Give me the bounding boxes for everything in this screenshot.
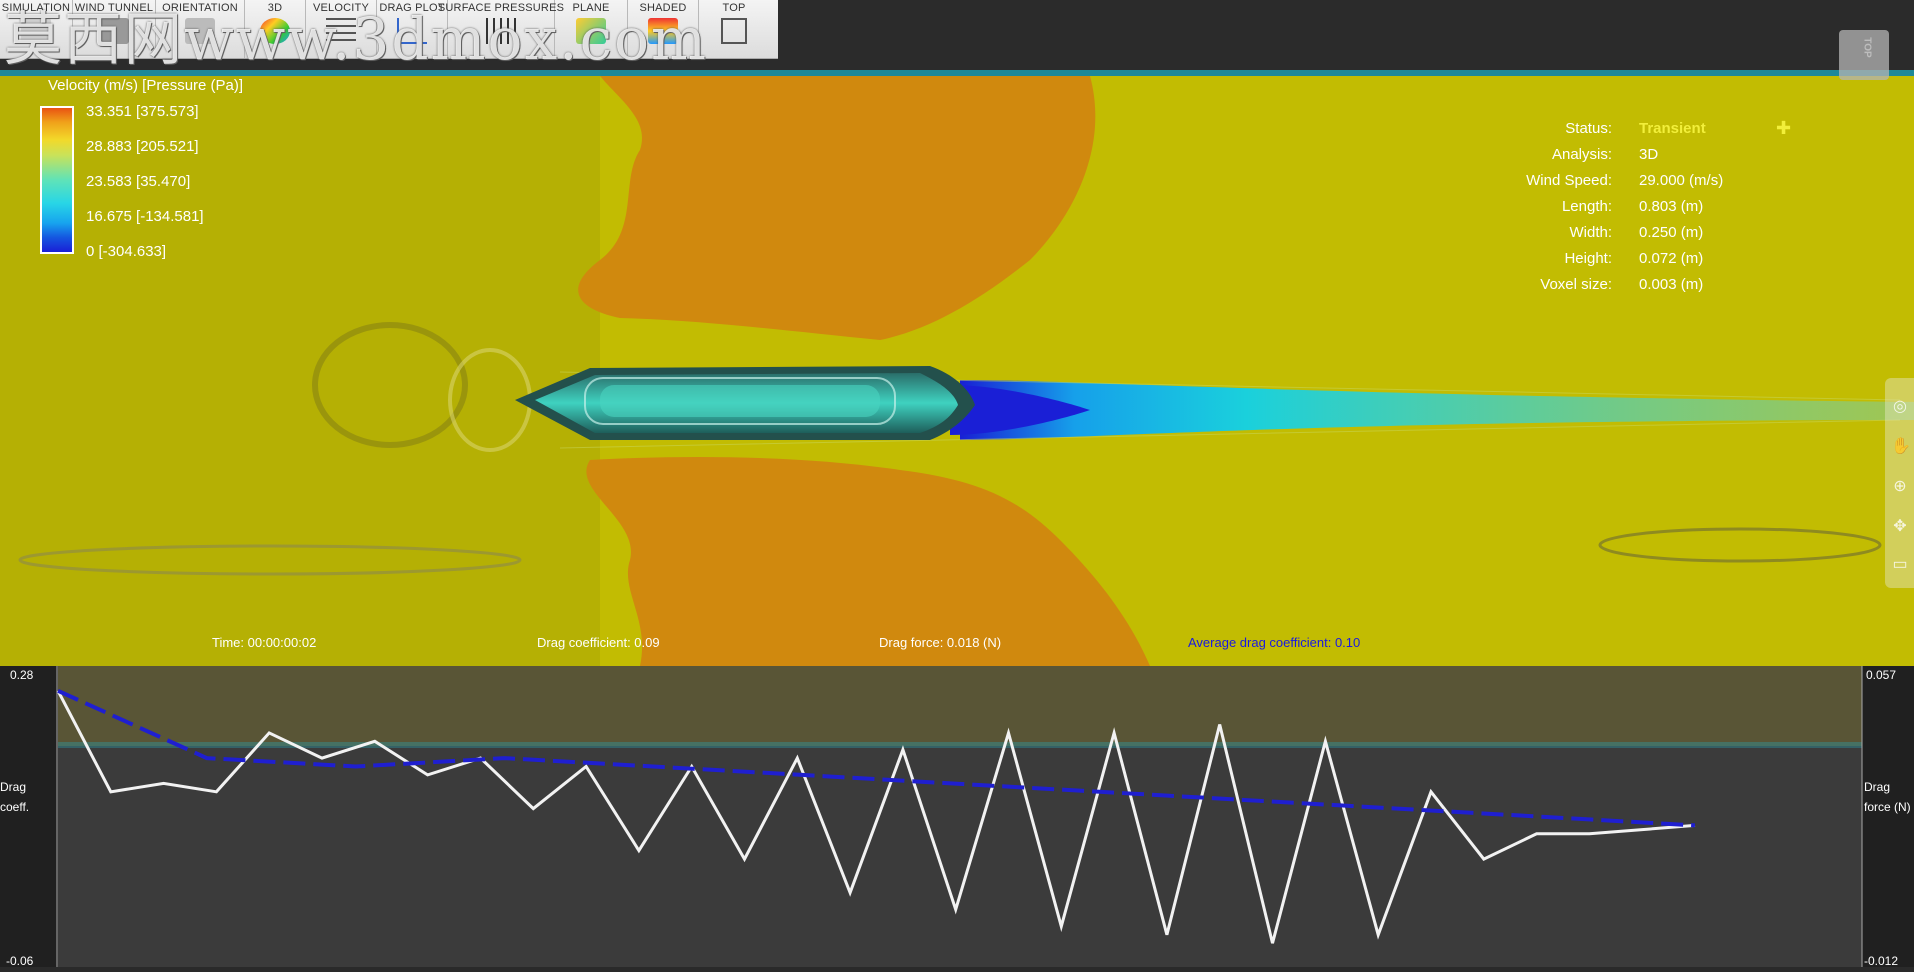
- height-key: Height:: [1564, 250, 1612, 267]
- right-axis-label-1: Drag: [1864, 780, 1891, 794]
- toolbar-label: SIMULATION: [1, 2, 71, 14]
- orbit-icon[interactable]: ◎: [1891, 398, 1909, 416]
- left-axis-max: 0.28: [10, 668, 34, 682]
- toolbar-label: SHADED: [639, 2, 687, 14]
- voxel-size-key: Voxel size:: [1540, 276, 1612, 293]
- width-value: 0.250 (m): [1639, 224, 1704, 241]
- time-readout: Time: 00:00:00:02: [212, 635, 317, 650]
- toolbar-shaded[interactable]: SHADED: [628, 0, 699, 58]
- wind-speed-key: Wind Speed:: [1526, 172, 1612, 189]
- window-icon[interactable]: ▭: [1891, 556, 1909, 574]
- legend-value: 0 [-304.633]: [86, 243, 167, 260]
- analysis-key: Analysis:: [1551, 146, 1612, 163]
- plane-icon: [576, 18, 606, 44]
- toolbar-label: ORIENTATION: [162, 2, 238, 14]
- toolbar-label: DRAG PLOT: [379, 2, 445, 14]
- toolbar-label: PLANE: [572, 2, 610, 14]
- drag-force-readout: Drag force: 0.018 (N): [879, 635, 1002, 650]
- toolbar-label: SURFACE PRESSURES: [437, 2, 565, 14]
- view-cube-button[interactable]: TOP: [1839, 30, 1889, 80]
- legend-value: 28.883 [205.521]: [86, 138, 199, 155]
- legend-title: Velocity (m/s) [Pressure (Pa)]: [48, 77, 244, 94]
- orientation-icon: [185, 18, 215, 44]
- toolbar-3d[interactable]: 3D: [245, 0, 306, 58]
- toolbar-top[interactable]: TOP: [699, 0, 769, 58]
- status-value: Transient: [1639, 120, 1706, 137]
- vehicle-model: [515, 366, 975, 440]
- left-axis-label-1: Drag: [0, 780, 27, 794]
- move-icon[interactable]: ✥: [1891, 518, 1909, 536]
- analysis-value: 3D: [1639, 146, 1659, 163]
- toolbar-surface-pressures[interactable]: SURFACE PRESSURES: [438, 0, 564, 58]
- toolbar-label: TOP: [722, 2, 746, 14]
- toolbar-label: VELOCITY: [312, 2, 369, 14]
- navigation-bar: ◎ ✋ ⊕ ✥ ▭: [1885, 378, 1914, 588]
- right-axis-min: -0.012: [1864, 954, 1899, 968]
- average-drag-readout: Average drag coefficient: 0.10: [1188, 635, 1361, 650]
- drag-coefficient-readout: Drag coefficient: 0.09: [537, 635, 660, 650]
- right-axis-label-2: force (N): [1864, 800, 1911, 814]
- left-axis-label-2: coeff.: [0, 800, 30, 814]
- 3d-icon: [260, 18, 290, 44]
- toolbar-wind-tunnel[interactable]: WIND TUNNEL: [73, 0, 156, 58]
- length-value: 0.803 (m): [1639, 198, 1704, 215]
- wind-tunnel-icon: [99, 18, 129, 44]
- color-scale-bar: [40, 106, 74, 254]
- legend-value: 23.583 [35.470]: [86, 173, 191, 190]
- voxel-size-value: 0.003 (m): [1639, 276, 1704, 293]
- status-key: Status:: [1565, 120, 1612, 137]
- drag-plot-icon: [397, 18, 427, 44]
- plus-icon[interactable]: ✚: [1776, 118, 1791, 139]
- view-cube-label: TOP: [1861, 37, 1873, 58]
- surface-pressures-icon: [486, 18, 516, 44]
- height-value: 0.072 (m): [1639, 250, 1704, 267]
- simulation-viewport[interactable]: [0, 0, 1914, 967]
- width-key: Width:: [1569, 224, 1612, 241]
- wind-speed-value: 29.000 (m/s): [1639, 172, 1724, 189]
- toolbar-plane[interactable]: PLANE: [555, 0, 628, 58]
- cube-icon: [721, 18, 747, 44]
- legend-value: 16.675 [-134.581]: [86, 208, 204, 225]
- velocity-field: [0, 0, 1914, 967]
- ribbon-toolbar: SIMULATION WIND TUNNEL ORIENTATION 3D VE…: [0, 0, 778, 59]
- simulation-icon: [21, 18, 51, 44]
- legend-value: 33.351 [375.573]: [86, 103, 199, 120]
- toolbar-velocity[interactable]: VELOCITY: [306, 0, 377, 58]
- left-axis-min: -0.06: [6, 954, 34, 968]
- toolbar-label: WIND TUNNEL: [74, 2, 154, 14]
- velocity-icon: [326, 18, 356, 44]
- length-key: Length:: [1561, 198, 1612, 215]
- zoom-icon[interactable]: ⊕: [1891, 478, 1909, 496]
- toolbar-simulation[interactable]: SIMULATION: [0, 0, 73, 58]
- pan-icon[interactable]: ✋: [1891, 438, 1911, 456]
- toolbar-orientation[interactable]: ORIENTATION: [156, 0, 245, 58]
- right-axis-max: 0.057: [1866, 668, 1897, 682]
- shaded-icon: [648, 18, 678, 44]
- toolbar-label: 3D: [267, 2, 283, 14]
